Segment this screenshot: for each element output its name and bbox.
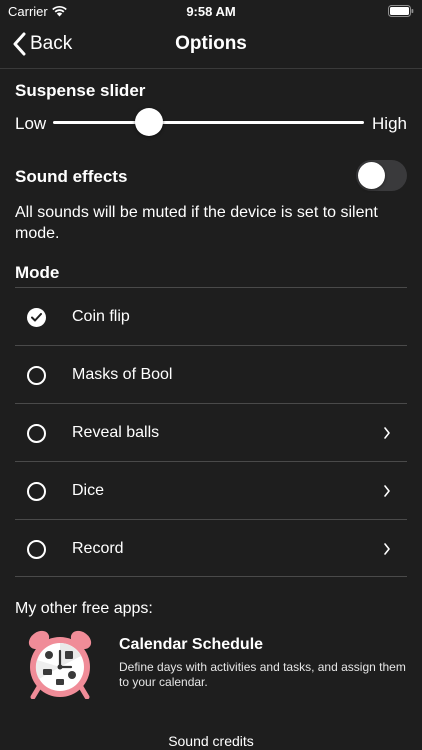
mode-option-label: Reveal balls <box>72 424 160 441</box>
mode-title: Mode <box>15 263 60 282</box>
radio-unchecked-icon <box>27 482 46 501</box>
nav-divider <box>0 68 422 69</box>
radio-unchecked-icon <box>27 366 46 385</box>
mode-option-masks-of-bool[interactable]: Masks of Bool <box>15 345 407 403</box>
mode-option-label: Record <box>72 540 124 557</box>
mode-option-record[interactable]: Record <box>15 519 407 577</box>
toggle-knob <box>358 162 385 189</box>
alarm-clock-icon <box>28 630 92 699</box>
sound-effects-title: Sound effects <box>15 167 128 186</box>
radio-unchecked-icon <box>27 540 46 559</box>
status-bar: Carrier 9:58 AM <box>0 0 422 22</box>
battery-icon <box>388 5 414 17</box>
app-description: Define days with activities and tasks, a… <box>119 660 406 689</box>
chevron-right-icon <box>384 427 390 439</box>
slider-low-label: Low <box>15 114 47 133</box>
sound-effects-toggle[interactable] <box>356 160 407 191</box>
other-apps-title: My other free apps: <box>15 600 153 617</box>
chevron-right-icon <box>384 543 390 555</box>
status-time: 9:58 AM <box>186 4 236 19</box>
radio-checked-icon <box>27 308 46 327</box>
sound-credits-button[interactable]: Sound credits <box>0 733 422 749</box>
radio-unchecked-icon <box>27 424 46 443</box>
suspense-slider-title: Suspense slider <box>15 81 146 100</box>
slider-high-label: High <box>372 114 407 133</box>
suspense-slider-track[interactable] <box>53 121 364 124</box>
app-name: Calendar Schedule <box>119 636 264 653</box>
mode-option-reveal-balls[interactable]: Reveal balls <box>15 403 407 461</box>
mode-option-label: Masks of Bool <box>72 366 173 383</box>
mode-list: Coin flip Masks of Bool Reveal balls Dic… <box>15 287 407 577</box>
page-title: Options <box>175 33 247 54</box>
suspense-slider-thumb[interactable] <box>135 108 164 136</box>
mode-option-dice[interactable]: Dice <box>15 461 407 519</box>
mode-option-label: Dice <box>72 482 105 499</box>
mode-option-label: Coin flip <box>72 308 130 325</box>
sound-note: All sounds will be muted if the device i… <box>15 204 378 242</box>
mode-option-coin-flip[interactable]: Coin flip <box>15 287 407 345</box>
chevron-right-icon <box>384 485 390 497</box>
app-card-calendar-schedule[interactable]: Calendar Schedule Define days with activ… <box>25 625 415 705</box>
